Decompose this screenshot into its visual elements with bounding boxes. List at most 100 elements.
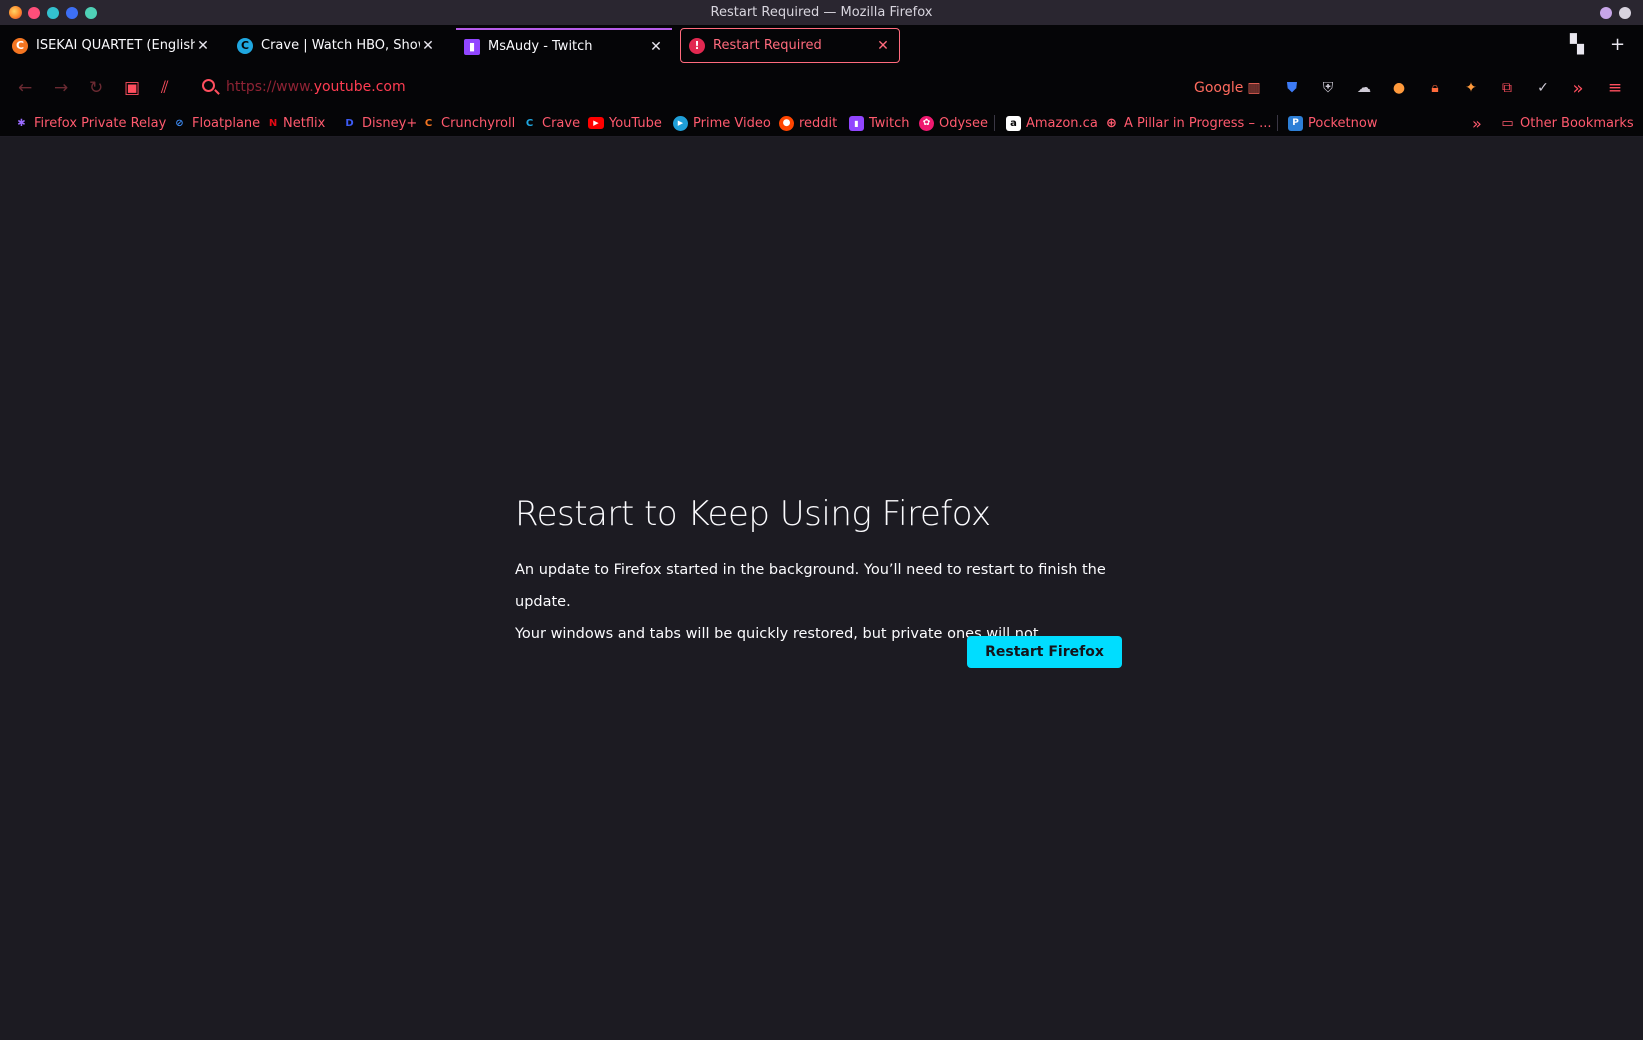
- reddit-icon: ●: [779, 115, 794, 131]
- netflix-icon: N: [268, 117, 278, 129]
- tab-twitch[interactable]: ▮ MsAudy - Twitch ✕: [456, 28, 672, 63]
- youtube-icon: ▶: [588, 117, 604, 129]
- pocketnow-icon: P: [1288, 115, 1303, 131]
- bookmark-label: Netflix: [283, 115, 326, 131]
- bookmark-firefox-private-relay[interactable]: ✱ Firefox Private Relay: [14, 114, 166, 132]
- twitch-icon: ▮: [464, 38, 480, 55]
- tab-restart-required[interactable]: ! Restart Required ✕: [680, 28, 900, 63]
- url-text[interactable]: https://www.youtube.com: [226, 79, 406, 95]
- bookmark-label: Amazon.ca: [1026, 115, 1098, 131]
- back-icon[interactable]: ←: [18, 77, 32, 99]
- bookmark-label: A Pillar in Progress – ...: [1124, 115, 1272, 131]
- bookmark-prime-video[interactable]: ▶ Prime Video: [673, 114, 771, 132]
- restart-dialog: Restart to Keep Using Firefox An update …: [515, 494, 1125, 668]
- overflow-chevron-icon[interactable]: »: [1568, 78, 1588, 99]
- twitch-icon: ▮: [849, 115, 864, 131]
- check-circle-icon[interactable]: ✓: [1533, 78, 1553, 98]
- new-tab-icon[interactable]: +: [1610, 34, 1625, 55]
- bookmark-separator: [994, 115, 995, 131]
- tab-label: Crave | Watch HBO, Showtim: [261, 38, 420, 53]
- reload-icon[interactable]: ↻: [89, 77, 103, 99]
- bookmark-crunchyroll[interactable]: C Crunchyroll: [421, 114, 515, 132]
- hamburger-menu-icon[interactable]: ≡: [1605, 78, 1625, 98]
- bookmark-separator: [1277, 115, 1278, 131]
- crave-icon: C: [525, 117, 534, 129]
- restart-firefox-button[interactable]: Restart Firefox: [967, 636, 1122, 668]
- close-icon[interactable]: ✕: [648, 39, 664, 55]
- search-engine-label[interactable]: Google: [1194, 80, 1243, 96]
- url-prefix: https://www.: [226, 79, 314, 95]
- bookmark-label: Twitch: [869, 115, 910, 131]
- url-domain: youtube.com: [313, 79, 406, 95]
- floatplane-icon: ⊘: [175, 117, 184, 129]
- crunchyroll-icon: C: [12, 37, 28, 54]
- bookmark-odysee[interactable]: ✿ Odysee: [919, 114, 988, 132]
- bitwarden-icon[interactable]: ⛊: [1282, 78, 1302, 98]
- bookmark-a-pillar-in-progress[interactable]: ⊕ A Pillar in Progress – ...: [1104, 114, 1271, 132]
- folder-icon: ▭: [1501, 115, 1514, 131]
- bookmark-label: YouTube: [609, 115, 662, 131]
- bookmark-netflix[interactable]: N Netflix: [268, 114, 326, 132]
- bookmark-disney-plus[interactable]: D Disney+: [342, 114, 417, 132]
- window-menu-button[interactable]: [1600, 7, 1612, 19]
- bookmark-crave[interactable]: C Crave: [522, 114, 580, 132]
- window-pin-button[interactable]: [1619, 7, 1631, 19]
- bookmark-label: Other Bookmarks: [1520, 115, 1634, 131]
- tab-label: ISEKAI QUARTET (English D: [36, 38, 195, 53]
- window-title: Restart Required — Mozilla Firefox: [710, 5, 933, 20]
- bookmark-label: Floatplane: [192, 115, 261, 131]
- lock-icon[interactable]: 🔒︎: [1425, 78, 1445, 98]
- bookmark-label: Disney+: [362, 115, 418, 131]
- reader-view-icon[interactable]: ▣: [124, 77, 140, 99]
- cloud-icon[interactable]: ☁: [1354, 78, 1374, 98]
- crunchyroll-icon: C: [424, 117, 433, 129]
- bookmark-label: Prime Video: [693, 115, 771, 131]
- navigation-toolbar: ← → ↻ ▣ ⫽ https://www.youtube.com Google…: [0, 67, 1643, 109]
- bookmark-twitch[interactable]: ▮ Twitch: [849, 114, 910, 132]
- page-content: Restart to Keep Using Firefox An update …: [0, 137, 1643, 1040]
- tab-label: Restart Required: [713, 38, 822, 53]
- tab-label: MsAudy - Twitch: [488, 39, 593, 54]
- page-title: Restart to Keep Using Firefox: [515, 494, 991, 534]
- amazon-icon: a: [1006, 115, 1021, 131]
- bookmarks-toolbar: ✱ Firefox Private Relay ⊘ Floatplane N N…: [0, 109, 1643, 137]
- bookmark-floatplane[interactable]: ⊘ Floatplane: [172, 114, 260, 132]
- bookmark-label: Firefox Private Relay: [34, 115, 167, 131]
- forward-icon[interactable]: →: [54, 77, 68, 99]
- update-message: An update to Firefox started in the back…: [515, 562, 1106, 610]
- screenshot-icon[interactable]: ⧉: [1497, 78, 1517, 98]
- close-icon[interactable]: ✕: [875, 38, 891, 54]
- tab-strip: C ISEKAI QUARTET (English D ✕ C Crave | …: [0, 25, 1643, 67]
- globe-icon: ⊕: [1106, 115, 1117, 131]
- bookmark-amazon[interactable]: a Amazon.ca: [1006, 114, 1098, 132]
- bookmark-label: Crave: [542, 115, 581, 131]
- prime-video-icon: ▶: [673, 115, 688, 131]
- alert-icon: !: [689, 37, 705, 54]
- bookmark-label: Crunchyroll: [441, 115, 516, 131]
- search-icon: [202, 79, 215, 92]
- bookmarks-overflow-chevron-icon[interactable]: »: [1472, 114, 1482, 133]
- bookmark-reddit[interactable]: ● reddit: [779, 114, 837, 132]
- bookmark-other-bookmarks[interactable]: ▭ Other Bookmarks: [1500, 114, 1634, 132]
- bookmark-youtube[interactable]: ▶ YouTube: [588, 114, 662, 132]
- shield-icon[interactable]: ⛨: [1318, 78, 1338, 98]
- close-icon[interactable]: ✕: [195, 38, 211, 54]
- relay-icon: ✱: [17, 117, 26, 129]
- bookmark-label: reddit: [799, 115, 838, 131]
- bookmark-pocketnow[interactable]: P Pocketnow: [1288, 114, 1377, 132]
- window-titlebar: Restart Required — Mozilla Firefox: [0, 0, 1643, 25]
- close-icon[interactable]: ✕: [420, 38, 436, 54]
- puzzle-icon[interactable]: ✦: [1461, 78, 1481, 98]
- crave-icon: C: [237, 37, 253, 54]
- bookmark-label: Odysee: [939, 115, 988, 131]
- bookmark-label: Pocketnow: [1308, 115, 1378, 131]
- tab-crave[interactable]: C Crave | Watch HBO, Showtim ✕: [229, 28, 444, 63]
- tab-list-icon[interactable]: ▚: [1570, 34, 1584, 55]
- odysee-icon: ✿: [919, 115, 934, 131]
- library-icon[interactable]: ⫽: [161, 77, 169, 99]
- disney-icon: D: [345, 117, 354, 129]
- cookie-icon[interactable]: ●: [1389, 78, 1409, 98]
- bars-icon[interactable]: ▥: [1244, 78, 1264, 98]
- tab-isekai-quartet[interactable]: C ISEKAI QUARTET (English D ✕: [4, 28, 219, 63]
- url-bar[interactable]: https://www.youtube.com: [198, 75, 1098, 101]
